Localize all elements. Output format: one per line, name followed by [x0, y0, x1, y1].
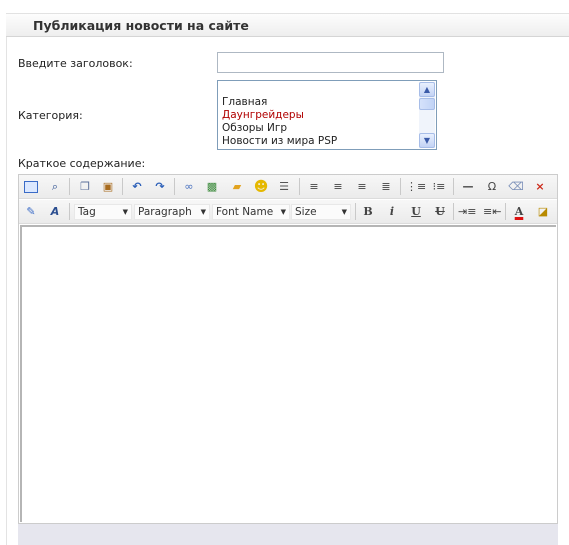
edit-icon[interactable]: ✎: [22, 203, 40, 221]
size-select[interactable]: Size ▼: [291, 204, 351, 220]
chevron-down-icon: ▼: [341, 208, 347, 216]
undo-icon[interactable]: ↶: [128, 178, 146, 196]
title-label: Введите заголовок:: [18, 57, 133, 70]
toolbar-divider: [355, 203, 356, 220]
tag-select-value: Tag: [78, 206, 96, 218]
paste-icon[interactable]: ▣: [99, 178, 117, 196]
copy-icon[interactable]: ❐: [76, 178, 94, 196]
page-title: Публикация новости на сайте: [33, 18, 249, 33]
panel-header: Публикация новости на сайте: [6, 13, 569, 37]
template-icon[interactable]: ☰: [275, 178, 293, 196]
chevron-down-icon: ▼: [122, 208, 128, 216]
category-option[interactable]: Даунгрейдеры: [222, 109, 337, 122]
category-listbox[interactable]: Главная Даунгрейдеры Обзоры Игр Новости …: [217, 80, 437, 150]
summary-label: Краткое содержание:: [18, 157, 146, 170]
toolbar-divider: [122, 178, 123, 195]
unordered-list-icon[interactable]: ⁝≡: [430, 178, 448, 196]
preview-icon[interactable]: ⌕: [46, 178, 64, 196]
editor-toolbar-2: ✎ A Tag ▼ Paragraph ▼ Font Name ▼ Size ▼ B i…: [19, 200, 557, 224]
toolbar-divider: [400, 178, 401, 195]
category-option[interactable]: Новости из мира PSP: [222, 135, 337, 148]
font-name-select-value: Font Name: [216, 206, 274, 218]
font-name-select[interactable]: Font Name ▼: [212, 204, 290, 220]
align-justify-icon[interactable]: ≣: [377, 178, 395, 196]
chevron-down-icon: ▼: [280, 208, 286, 216]
align-right-icon[interactable]: ≡: [353, 178, 371, 196]
editor-status-bar: [18, 524, 558, 545]
bold-button[interactable]: B: [359, 203, 377, 221]
category-option[interactable]: Главная: [222, 96, 337, 109]
category-label: Категория:: [18, 109, 83, 122]
paragraph-select-value: Paragraph: [138, 206, 192, 218]
text-color-button[interactable]: A: [510, 203, 528, 221]
link-icon[interactable]: ∞: [180, 178, 198, 196]
image-icon[interactable]: ▩: [203, 178, 221, 196]
outdent-icon[interactable]: ≡⇤: [483, 203, 501, 221]
listbox-scrollbar[interactable]: ▲ ▼: [419, 82, 435, 148]
delete-icon[interactable]: ×: [531, 178, 549, 196]
fullscreen-icon[interactable]: [22, 178, 40, 196]
redo-icon[interactable]: ↷: [151, 178, 169, 196]
highlight-color-icon[interactable]: ◪: [534, 203, 552, 221]
toolbar-divider: [69, 178, 70, 195]
panel-border: [6, 37, 7, 545]
align-center-icon[interactable]: ≡: [329, 178, 347, 196]
horizontal-rule-icon[interactable]: —: [459, 178, 477, 196]
category-option[interactable]: Обзоры Игр: [222, 122, 337, 135]
style-icon[interactable]: A: [46, 203, 64, 221]
toolbar-divider: [299, 178, 300, 195]
toolbar-divider: [69, 203, 70, 220]
scroll-down-icon[interactable]: ▼: [419, 133, 435, 148]
toolbar-divider: [505, 203, 506, 220]
eraser-icon[interactable]: ⌫: [507, 178, 525, 196]
editor-content-area[interactable]: [20, 225, 556, 522]
toolbar-divider: [453, 203, 454, 220]
special-char-icon[interactable]: Ω: [483, 178, 501, 196]
strikethrough-button[interactable]: U: [431, 203, 449, 221]
smiley-icon[interactable]: ☻: [252, 178, 270, 196]
toolbar-divider: [453, 178, 454, 195]
folder-icon[interactable]: ▰: [228, 178, 246, 196]
indent-icon[interactable]: ⇥≡: [458, 203, 476, 221]
editor-toolbar-1: ⌕ ❐ ▣ ↶ ↷ ∞ ▩ ▰ ☻ ☰ ≡ ≡ ≡ ≣ ⋮≡ ⁝≡ — Ω ⌫ …: [19, 175, 557, 199]
toolbar-divider: [174, 178, 175, 195]
scroll-up-icon[interactable]: ▲: [419, 82, 435, 97]
italic-button[interactable]: i: [383, 203, 401, 221]
underline-button[interactable]: U: [407, 203, 425, 221]
title-input[interactable]: [217, 52, 444, 73]
chevron-down-icon: ▼: [200, 208, 206, 216]
size-select-value: Size: [295, 206, 317, 218]
rich-text-editor: ⌕ ❐ ▣ ↶ ↷ ∞ ▩ ▰ ☻ ☰ ≡ ≡ ≡ ≣ ⋮≡ ⁝≡ — Ω ⌫ …: [18, 174, 558, 524]
scroll-thumb[interactable]: [419, 98, 435, 110]
tag-select[interactable]: Tag ▼: [74, 204, 132, 220]
align-left-icon[interactable]: ≡: [305, 178, 323, 196]
ordered-list-icon[interactable]: ⋮≡: [406, 178, 426, 196]
paragraph-select[interactable]: Paragraph ▼: [134, 204, 210, 220]
